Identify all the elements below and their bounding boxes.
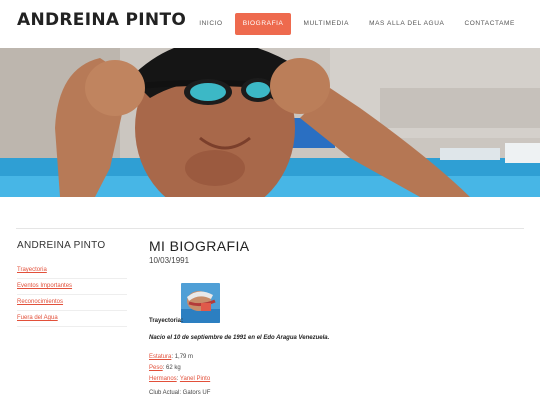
main-content: MI BIOGRAFIA 10/03/1991 Trayectoria: Nac… (149, 238, 519, 396)
sidebar-link-fuera-del-agua[interactable]: Fuera del Agua (17, 311, 127, 327)
content-divider (16, 228, 524, 229)
trayectoria-label: Trayectoria: (149, 318, 184, 324)
height-row: Estatura: 1,79 m (149, 352, 210, 363)
sidebar: ANDREINA PINTO Trayectoria Eventos Impor… (17, 240, 127, 327)
nav-item-inicio[interactable]: INICIO (191, 13, 230, 35)
sidebar-title: ANDREINA PINTO (17, 240, 106, 251)
nav-item-contactame[interactable]: CONTACTAME (456, 13, 523, 35)
birth-info: Nacio el 10 de septiembre de 1991 en el … (149, 335, 330, 341)
height-value: : 1,79 m (171, 354, 194, 360)
weight-row: Peso: 62 kg (149, 363, 210, 374)
height-link[interactable]: Estatura (149, 354, 171, 360)
sidebar-link-eventos-importantes[interactable]: Eventos Importantes (17, 279, 127, 295)
weight-value: : 62 kg (162, 365, 181, 371)
main-nav: INICIO BIOGRAFIA MULTIMEDIA MAS ALLA DEL… (187, 13, 523, 35)
swimmer-thumbnail (181, 283, 220, 323)
sibling-name-link[interactable]: Yanel Pinto (180, 376, 210, 382)
bio-date: 10/03/1991 (149, 256, 190, 265)
hero-image (0, 48, 540, 197)
weight-link[interactable]: Peso (149, 365, 163, 371)
nav-item-mas-alla-del-agua[interactable]: MAS ALLA DEL AGUA (361, 13, 452, 35)
site-title[interactable]: ANDREINA PINTO (17, 10, 186, 30)
siblings-row: Hermanos: Yanel Pinto (149, 374, 210, 385)
page-title: MI BIOGRAFIA (149, 238, 250, 254)
nav-item-biografia[interactable]: BIOGRAFIA (234, 13, 292, 35)
sidebar-link-reconocimientos[interactable]: Reconocimientos (17, 295, 127, 311)
sidebar-link-trayectoria[interactable]: Trayectoria (17, 263, 127, 279)
bio-facts: Estatura: 1,79 m Peso: 62 kg Hermanos: Y… (149, 352, 210, 385)
swimmer-photo (0, 48, 540, 197)
site-header: ANDREINA PINTO INICIO BIOGRAFIA MULTIMED… (0, 0, 540, 48)
club-info: Club Actual: Gators UF (149, 390, 211, 396)
siblings-link[interactable]: Hermanos (149, 376, 177, 382)
nav-item-multimedia[interactable]: MULTIMEDIA (295, 13, 357, 35)
